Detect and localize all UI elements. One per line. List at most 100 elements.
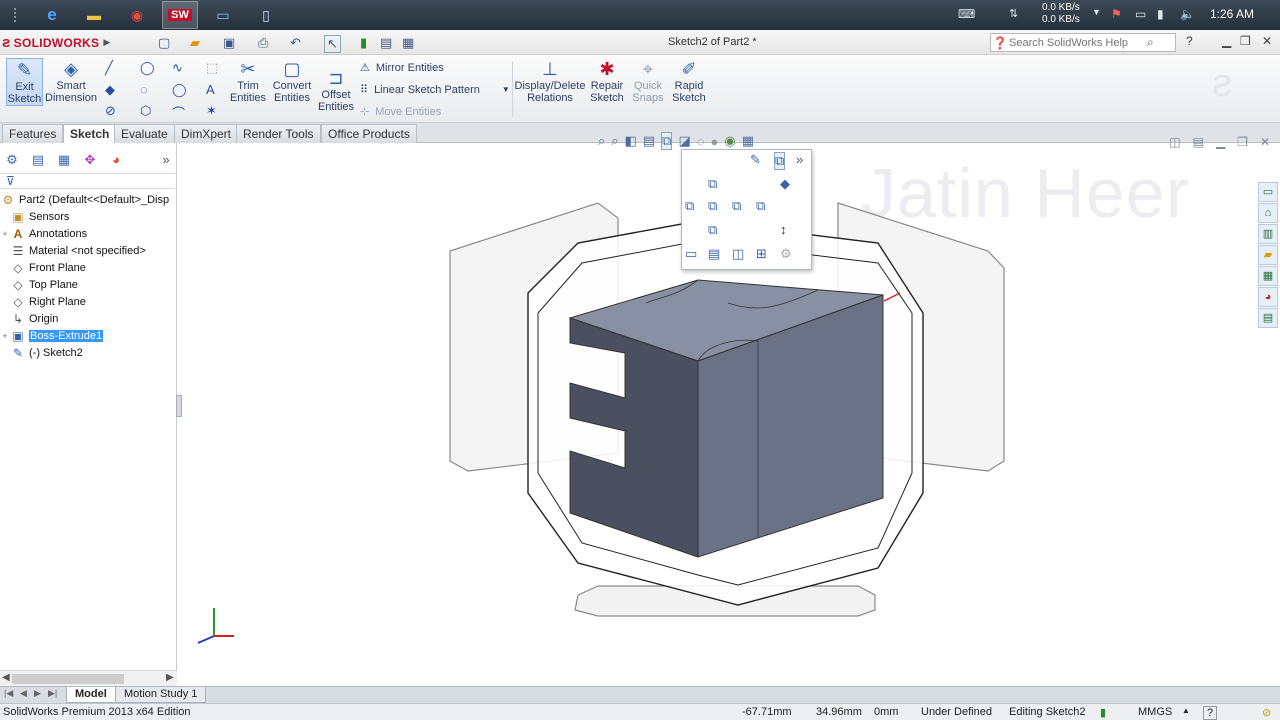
tab-render-tools[interactable]: Render Tools bbox=[236, 124, 321, 143]
home-icon[interactable]: ⌂ bbox=[1258, 203, 1278, 223]
exit-sketch-button[interactable]: ✎ Exit Sketch bbox=[6, 58, 43, 106]
status-help-button[interactable]: ? bbox=[1203, 706, 1218, 720]
clock[interactable]: 1:26 AM bbox=[1210, 7, 1254, 21]
new-view-icon[interactable]: ✎ bbox=[750, 152, 761, 168]
file-explorer-icon[interactable]: ▰ bbox=[1258, 245, 1278, 265]
normal-to-icon[interactable]: ◆ bbox=[780, 176, 790, 192]
display-icon[interactable]: ▭ bbox=[1135, 7, 1146, 21]
undo-icon[interactable]: ↶ bbox=[290, 35, 301, 51]
left-view-icon[interactable]: ⧉ bbox=[685, 198, 694, 214]
rapid-sketch-button[interactable]: ✐ Rapid Sketch bbox=[670, 58, 708, 104]
help-icon[interactable]: ? bbox=[1186, 34, 1193, 48]
restore-icon[interactable]: ❐ bbox=[1240, 34, 1251, 48]
resources-icon[interactable]: ▭ bbox=[1258, 182, 1278, 202]
search-icon[interactable]: ⌕ bbox=[1147, 35, 1154, 50]
view-selector-icon[interactable]: ⧉ bbox=[774, 152, 786, 170]
tree-item-right-plane[interactable]: ◇ Right Plane bbox=[0, 293, 86, 310]
polygon-icon[interactable]: ⬡ bbox=[140, 103, 151, 119]
quick-snaps-button[interactable]: ⌖ Quick Snaps bbox=[630, 58, 666, 104]
notification-icon[interactable]: ⊘ bbox=[1262, 706, 1271, 719]
single-view-icon[interactable]: ▭ bbox=[685, 246, 697, 262]
scroll-right-icon[interactable]: ▶ bbox=[166, 672, 174, 683]
window-icon[interactable]: ▭ bbox=[205, 1, 241, 29]
dimxpert-icon[interactable]: ✥ bbox=[80, 151, 100, 169]
select-icon[interactable]: ↖ bbox=[324, 35, 341, 53]
repair-sketch-button[interactable]: ✱ Repair Sketch bbox=[588, 58, 626, 104]
offset-entities-button[interactable]: ⊐ Offset Entities bbox=[316, 67, 356, 113]
action-center-icon[interactable]: ⚑ bbox=[1111, 7, 1122, 21]
tree-horizontal-scrollbar[interactable]: ◀ ▶ bbox=[0, 670, 177, 686]
circle-icon[interactable]: ◯ bbox=[140, 60, 155, 76]
units-dropdown-icon[interactable]: ▲ bbox=[1182, 706, 1190, 715]
right-view-icon[interactable]: ⧉ bbox=[732, 198, 741, 214]
rectangle-icon[interactable]: ◆ bbox=[105, 82, 115, 98]
tree-root[interactable]: ⚙ Part2 (Default<<Default>_Disp bbox=[0, 191, 170, 208]
line-icon[interactable]: ╱ bbox=[105, 60, 113, 76]
minimize-icon[interactable]: ▁ bbox=[1222, 34, 1231, 48]
first-tab-icon[interactable]: |◀ bbox=[4, 688, 13, 699]
trim-entities-button[interactable]: ✂ Trim Entities bbox=[228, 58, 268, 104]
custom-properties-icon[interactable]: ▤ bbox=[1258, 308, 1278, 328]
tree-item-sketch2[interactable]: ✎ (-) Sketch2 bbox=[0, 344, 83, 361]
arc-icon[interactable]: ◌ bbox=[140, 82, 148, 97]
folder-icon[interactable]: ▬ bbox=[76, 1, 112, 29]
display-manager-icon[interactable]: ◕ bbox=[106, 151, 126, 169]
prev-tab-icon[interactable]: ◀ bbox=[20, 688, 27, 699]
file-properties-icon[interactable]: ▤ bbox=[380, 35, 392, 51]
tree-item-origin[interactable]: ↳ Origin bbox=[0, 310, 58, 327]
view-palette-icon[interactable]: ▦ bbox=[1258, 266, 1278, 286]
tab-features[interactable]: Features bbox=[2, 124, 64, 143]
network-icon[interactable]: ▮ bbox=[1157, 7, 1164, 21]
design-library-icon[interactable]: ▥ bbox=[1258, 224, 1278, 244]
tree-item-top-plane[interactable]: ◇ Top Plane bbox=[0, 276, 78, 293]
print-icon[interactable]: ⎙ bbox=[258, 35, 268, 51]
linear-sketch-pattern-button[interactable]: ⠿ Linear Sketch Pattern ▼ bbox=[360, 83, 510, 97]
link-views-icon[interactable]: ⚙ bbox=[780, 246, 792, 262]
close-icon[interactable]: ✕ bbox=[1262, 34, 1272, 48]
move-entities-button[interactable]: ⊹ Move Entities bbox=[360, 105, 441, 119]
rebuild-status-icon[interactable]: ▮ bbox=[1100, 706, 1106, 719]
front-view-icon[interactable]: ⧉ bbox=[708, 198, 717, 214]
tray-chevron-icon[interactable]: ▼ bbox=[1092, 7, 1101, 17]
tree-item-boss-extrude1[interactable]: + ▣ Boss-Extrude1 bbox=[0, 327, 104, 344]
scroll-thumb[interactable] bbox=[12, 674, 124, 684]
construction-icon[interactable]: ⬚ bbox=[206, 60, 218, 76]
volume-icon[interactable]: 🔈 bbox=[1180, 7, 1195, 21]
pattern-dropdown-icon[interactable]: ▼ bbox=[502, 85, 510, 94]
ie-icon[interactable]: e bbox=[34, 1, 70, 29]
two-view-horizontal-icon[interactable]: ▤ bbox=[708, 246, 720, 262]
text-icon[interactable]: A bbox=[206, 82, 215, 97]
new-document-icon[interactable]: ▢ bbox=[158, 35, 170, 51]
tree-item-annotations[interactable]: + A Annotations bbox=[0, 225, 87, 242]
tree-filter[interactable]: ⊽ bbox=[0, 173, 175, 189]
four-view-icon[interactable]: ⊞ bbox=[756, 246, 767, 262]
scroll-left-icon[interactable]: ◀ bbox=[2, 672, 10, 683]
last-tab-icon[interactable]: ▶| bbox=[48, 688, 57, 699]
mirror-entities-button[interactable]: ⚠ Mirror Entities bbox=[360, 61, 444, 75]
keyboard-icon[interactable]: ⌨ bbox=[958, 7, 975, 21]
status-units[interactable]: MMGS bbox=[1138, 706, 1172, 718]
expand-panel-icon[interactable]: » bbox=[156, 151, 176, 169]
save-icon[interactable]: ▣ bbox=[223, 35, 235, 51]
top-view-icon[interactable]: ⧉ bbox=[708, 176, 717, 192]
expand-icon[interactable]: + bbox=[0, 229, 10, 239]
tab-office-products[interactable]: Office Products bbox=[321, 124, 417, 143]
property-manager-icon[interactable]: ▤ bbox=[28, 151, 48, 169]
solidworks-taskbar-icon[interactable]: SW bbox=[162, 1, 198, 29]
rebuild-icon[interactable]: ▮ bbox=[360, 35, 367, 51]
point-icon[interactable]: ✶ bbox=[206, 103, 217, 119]
fillet-icon[interactable]: ⌒ bbox=[172, 103, 185, 122]
tab-dimxpert[interactable]: DimXpert bbox=[174, 124, 239, 143]
spline-icon[interactable]: ∿ bbox=[172, 60, 183, 76]
tree-item-material[interactable]: ☰ Material <not specified> bbox=[0, 242, 146, 259]
notepad-icon[interactable]: ▯ bbox=[248, 1, 284, 29]
graphics-area[interactable]: ⌕ ⌕ ◧ ▤ ⧉ ◪ ◌ ● ◉ ▦ ◫ ▤ ▁ ❐ ✕ Jatin Heer bbox=[176, 132, 1280, 686]
rotate-view-icon[interactable]: ↕ bbox=[780, 222, 787, 237]
tab-motion-study[interactable]: Motion Study 1 bbox=[115, 687, 207, 703]
options-icon[interactable]: ▦ bbox=[402, 35, 414, 51]
tree-item-sensors[interactable]: ▣ Sensors bbox=[0, 208, 69, 225]
flyout-more-icon[interactable]: » bbox=[796, 152, 803, 167]
bottom-view-icon[interactable]: ⧉ bbox=[708, 222, 717, 238]
tab-sketch[interactable]: Sketch bbox=[63, 124, 117, 144]
menu-arrow-icon[interactable]: ▶ bbox=[103, 37, 110, 48]
